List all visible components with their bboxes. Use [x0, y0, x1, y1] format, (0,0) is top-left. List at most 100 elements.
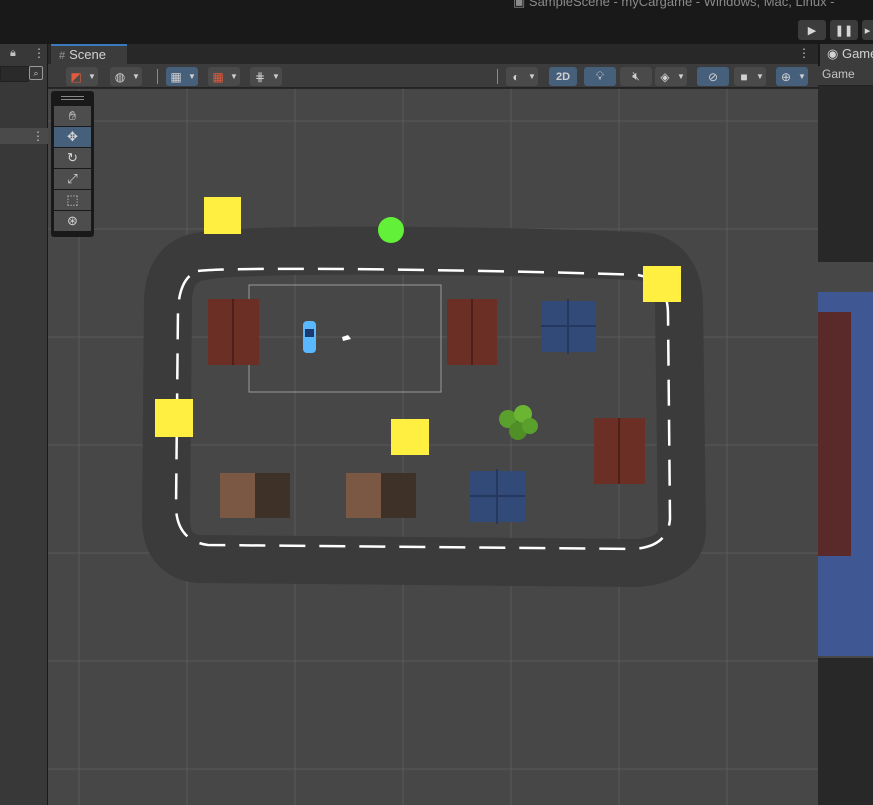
window-title-text: SampleScene - myCargame - Windows, Mac, … [528, 0, 835, 9]
tab-game-label: Game [841, 46, 873, 61]
draw-shaded-button[interactable]: ◐ ▼ [506, 67, 538, 86]
transform-tool-button[interactable]: ⊛ [54, 211, 91, 231]
house-red[interactable] [594, 418, 645, 484]
pause-button[interactable]: ❚❚ [830, 20, 858, 40]
chevron-down-icon: ▼ [756, 72, 764, 81]
row-menu-icon[interactable]: ⋮ [32, 129, 44, 143]
tab-game[interactable]: ◉ Game [820, 44, 873, 66]
window-title: ▣ SampleScene - myCargame - Windows, Mac… [513, 0, 835, 10]
kebab-icon[interactable]: ⋮ [33, 46, 45, 60]
grid-snap-icon: ▦ [170, 69, 182, 84]
rect-tool-button[interactable]: ⬚ [54, 190, 91, 210]
hand-tool-button[interactable]: ✋︎ [54, 106, 91, 126]
checkpoint-marker[interactable] [204, 197, 241, 234]
house-brown[interactable] [220, 473, 290, 518]
chevron-down-icon: ▼ [272, 72, 280, 81]
title-bar: ▣ SampleScene - myCargame - Windows, Mac… [0, 0, 873, 18]
effects-button[interactable]: ◈ ▼ [655, 67, 687, 86]
grid-visibility-button[interactable]: ⋕ ▼ [250, 67, 282, 86]
toolbar-divider [497, 69, 498, 84]
gizmo-icon: ⊕ [780, 69, 792, 84]
house-blue[interactable] [470, 469, 525, 524]
checkpoint-marker[interactable] [155, 399, 193, 437]
transform-pivot-icon [342, 335, 351, 341]
chevron-down-icon: ▼ [188, 72, 196, 81]
hierarchy-panel: 🔒︎ ⋮ ⌕ ⋮ [0, 44, 48, 805]
tab-scene-label: Scene [69, 47, 106, 62]
toolbar-divider [157, 69, 158, 84]
drag-handle-icon[interactable] [61, 96, 84, 100]
rotate-tool-icon: ↻ [67, 150, 78, 165]
hand-tool-icon: ✋︎ [68, 108, 77, 123]
house-red[interactable] [447, 299, 497, 365]
increment-snap-button[interactable]: ▦ ▼ [208, 67, 240, 86]
layers-icon: ◈ [660, 69, 670, 84]
move-tool-icon: ✥ [67, 129, 78, 144]
grid-lines-icon: ⋕ [254, 69, 266, 84]
global-local-button[interactable]: ◍ ▼ [110, 67, 142, 86]
shading-mode-icon: ◩ [70, 69, 82, 84]
lighting-button[interactable]: 💡︎ [584, 67, 616, 86]
camera-button[interactable]: ■ ▼ [734, 67, 766, 86]
transform-tool-icon: ⊛ [67, 213, 78, 228]
chevron-down-icon: ▼ [88, 72, 96, 81]
rect-tool-icon: ⬚ [66, 192, 79, 207]
chevron-down-icon: ▼ [528, 72, 536, 81]
house-blue[interactable] [541, 299, 596, 354]
mode-2d-label: 2D [556, 70, 571, 83]
checkpoint-marker[interactable] [643, 266, 681, 302]
play-icon: ▶ [807, 24, 817, 37]
game-panel: ◉ Game Game [818, 44, 873, 805]
player-car[interactable] [303, 321, 316, 353]
sphere-icon: ◐ [512, 69, 520, 84]
draw-mode-button[interactable]: ◩ ▼ [66, 67, 98, 86]
scene-canvas[interactable] [48, 89, 818, 805]
scene-tools: ✋︎ ✥ ↻ ⤢ ⬚ ⊛ [51, 91, 94, 237]
tab-scene[interactable]: # Scene [51, 44, 127, 64]
camera-icon: ■ [740, 69, 748, 84]
pickup-circle[interactable] [378, 217, 404, 243]
step-icon: ▸ [864, 24, 871, 37]
play-toolbar: ▶ ❚❚ ▸ [0, 18, 873, 44]
chevron-down-icon: ▼ [230, 72, 238, 81]
globe-icon: ◍ [114, 69, 126, 84]
lightbulb-icon: 💡︎ [595, 69, 605, 83]
checkpoint-marker[interactable] [391, 419, 429, 455]
snap-increment-icon: ▦ [212, 69, 224, 84]
game-house-red [818, 312, 851, 556]
mode-2d-button[interactable]: 2D [549, 67, 578, 86]
scene-viewport[interactable]: ✋︎ ✥ ↻ ⤢ ⬚ ⊛ [48, 89, 818, 805]
hidden-objects-button[interactable]: ⊘ [697, 67, 729, 86]
tree[interactable] [499, 405, 538, 440]
house-brown[interactable] [346, 473, 416, 518]
scene-menu-icon[interactable]: ⋮ [798, 46, 810, 60]
scene-tabbar: # Scene ⋮ [48, 44, 818, 64]
mute-icon: 🔇︎ [632, 69, 640, 83]
grid-snap-button[interactable]: ▦ ▼ [166, 67, 198, 86]
house-red[interactable] [208, 299, 259, 365]
audio-button[interactable]: 🔇︎ [620, 67, 652, 86]
game-viewport [818, 86, 873, 805]
search-options-icon[interactable]: ⌕ [29, 66, 43, 80]
hierarchy-row-selected[interactable]: ⋮ [0, 128, 48, 144]
hierarchy-search-input[interactable] [0, 66, 30, 82]
scene-toolbar: ◩ ▼ ◍ ▼ ▦ ▼ ▦ ▼ ⋕ ▼ ◐ ▼ 2D 💡︎ 🔇︎ ◈ ▼ ⊘ ■ ▼ ⊕ ▼ [48, 64, 818, 88]
game-view-dropdown[interactable]: Game [822, 67, 855, 81]
chevron-down-icon: ▼ [677, 72, 685, 81]
eye-slash-icon: ⊘ [707, 69, 719, 84]
gamepad-icon: ◉ [827, 46, 842, 61]
play-button[interactable]: ▶ [798, 20, 826, 40]
scene-panel: # Scene ⋮ ◩ ▼ ◍ ▼ ▦ ▼ ▦ ▼ ⋕ ▼ ◐ ▼ 2D 💡︎ 🔇︎ ◈ ▼ ⊘… [48, 44, 818, 805]
gizmos-button[interactable]: ⊕ ▼ [776, 67, 808, 86]
move-tool-button[interactable]: ✥ [54, 127, 91, 147]
scale-tool-icon: ⤢ [67, 171, 78, 186]
step-button[interactable]: ▸ [862, 20, 873, 40]
scale-tool-button[interactable]: ⤢ [54, 169, 91, 189]
pause-icon: ❚❚ [834, 24, 854, 37]
lock-icon[interactable]: 🔒︎ [10, 47, 16, 60]
grid-hash-icon: # [59, 50, 66, 62]
chevron-down-icon: ▼ [132, 72, 140, 81]
chevron-down-icon: ▼ [798, 72, 806, 81]
rotate-tool-button[interactable]: ↻ [54, 148, 91, 168]
game-toolbar: Game [818, 66, 873, 86]
